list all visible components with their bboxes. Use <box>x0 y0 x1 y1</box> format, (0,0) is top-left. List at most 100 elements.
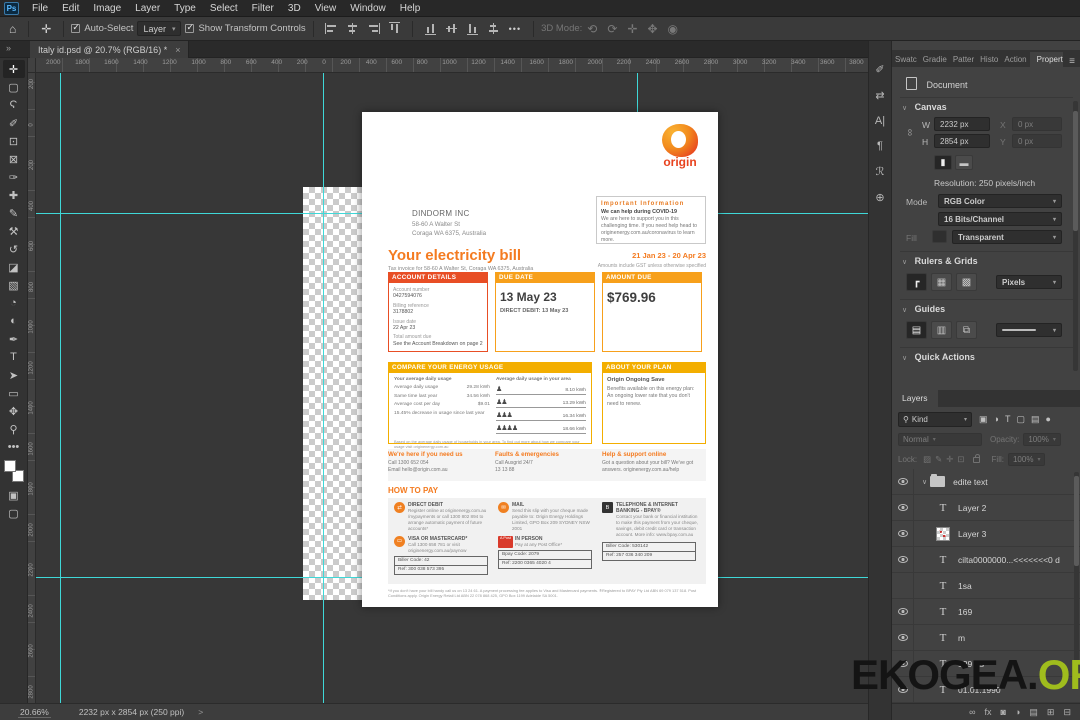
height-field[interactable]: 2854 px <box>934 134 990 148</box>
menu-item[interactable]: Type <box>167 3 203 14</box>
foreground-color-swatch[interactable] <box>3 460 16 472</box>
menu-item[interactable]: Image <box>86 3 128 14</box>
marquee-tool[interactable]: ▢ <box>3 78 25 96</box>
toggle-grid-button[interactable]: ▦ <box>931 273 952 291</box>
menu-item[interactable]: Edit <box>55 3 86 14</box>
layer-name[interactable]: 1sa <box>958 581 972 591</box>
character-panel-icon[interactable]: A| <box>875 115 885 127</box>
layer-row[interactable]: ∨ m <box>892 624 1080 651</box>
zoom-level-field[interactable]: 20.66% <box>18 707 51 718</box>
chevron-down-icon[interactable]: ∨ <box>922 478 927 486</box>
align-left-icon[interactable] <box>324 23 338 34</box>
move-tool-icon[interactable]: ✛ <box>36 22 56 36</box>
move-tool[interactable]: ✛ <box>2 60 25 78</box>
menu-item[interactable]: 3D <box>281 3 308 14</box>
bit-depth-dropdown[interactable]: 16 Bits/Channel <box>938 212 1062 226</box>
panel-menu-icon[interactable]: ≡ <box>1063 56 1080 67</box>
clone-stamp-tool[interactable]: ⚒ <box>3 222 25 240</box>
menu-item[interactable]: Filter <box>245 3 281 14</box>
new-group-icon[interactable]: ▤ <box>1029 707 1038 718</box>
constrain-proportions-icon[interactable]: ∞ <box>904 129 915 136</box>
layer-name[interactable]: m <box>958 633 965 643</box>
show-transform-controls-checkbox[interactable] <box>185 22 195 33</box>
status-chevron-icon[interactable]: > <box>198 707 203 717</box>
bill-document[interactable]: origin DINDORM INC 58-60 A Walter St Cor… <box>362 112 718 607</box>
eyedropper-tool[interactable]: ✑ <box>3 168 25 186</box>
layer-name[interactable]: cilta0000000...<<<<<<<0 d <box>958 555 1060 565</box>
layer-row[interactable]: ∨ Layer 3 <box>892 520 1080 547</box>
quick-actions-section-header[interactable]: ∨ Quick Actions <box>902 352 975 362</box>
delete-layer-icon[interactable]: ⊟ <box>1063 707 1071 718</box>
layer-mask-icon[interactable]: ◙ <box>1001 707 1006 718</box>
hand-tool[interactable]: ✥ <box>3 402 25 420</box>
guides-section-header[interactable]: ∨ Guides <box>902 304 945 314</box>
visibility-toggle[interactable] <box>892 546 914 573</box>
document-tab[interactable]: Italy id.psd @ 20.7% (RGB/16) * × <box>30 41 190 58</box>
layer-thumbnail[interactable] <box>936 553 950 567</box>
paragraph-panel-icon[interactable]: ¶ <box>877 140 883 152</box>
eraser-tool[interactable]: ◪ <box>3 258 25 276</box>
filter-pixel-layers-icon[interactable]: ▣ <box>979 414 988 425</box>
layers-scrollbar[interactable] <box>1074 472 1079 672</box>
menu-item[interactable]: Layer <box>128 3 167 14</box>
type-tool[interactable]: T <box>3 348 25 366</box>
layer-effects-icon[interactable]: fx <box>985 707 992 718</box>
lock-all-icon[interactable] <box>972 453 980 463</box>
canvas-area[interactable]: origin DINDORM INC 58-60 A Walter St Cor… <box>36 73 868 703</box>
lock-pixels-icon[interactable]: ✎ <box>935 454 942 465</box>
lock-guides-button[interactable]: ▥ <box>931 321 952 339</box>
filter-type-layers-icon[interactable]: T <box>1005 414 1011 425</box>
vertical-guide[interactable] <box>637 73 638 113</box>
layer-name[interactable]: 169 <box>958 607 972 617</box>
lasso-tool[interactable]: Ϛ <box>3 96 25 114</box>
frame-tool[interactable]: ⊠ <box>3 150 25 168</box>
layer-row[interactable]: ∨ edite text <box>892 469 1080 495</box>
vertical-guide[interactable] <box>323 73 324 703</box>
scrollbar-thumb[interactable] <box>1073 111 1078 231</box>
distribute-horizontal-icon[interactable] <box>486 23 500 34</box>
blur-tool[interactable]: ◔ <box>3 294 25 312</box>
distribute-top-icon[interactable] <box>424 22 436 35</box>
home-icon[interactable]: ⌂ <box>4 22 21 36</box>
libraries-panel-icon[interactable]: ⊕ <box>875 191 884 204</box>
photoshop-logo[interactable]: Ps <box>4 1 19 15</box>
path-selection-tool[interactable]: ➤ <box>3 366 25 384</box>
layer-name[interactable]: Layer 2 <box>958 503 986 513</box>
fill-dropdown[interactable]: Transparent <box>952 230 1062 244</box>
more-options-icon[interactable]: ••• <box>504 24 526 34</box>
menu-item[interactable]: Select <box>203 3 245 14</box>
zoom-tool[interactable]: ⚲ <box>3 420 25 438</box>
menu-item[interactable]: Help <box>393 3 428 14</box>
history-brush-tool[interactable]: ↺ <box>3 240 25 258</box>
filter-smart-objects-icon[interactable]: ▤ <box>1031 414 1040 425</box>
layer-thumbnail[interactable] <box>936 631 950 645</box>
layer-thumbnail[interactable] <box>936 501 950 515</box>
quick-mask-button[interactable]: ▣ <box>3 486 25 504</box>
filter-toggle-icon[interactable]: ● <box>1045 414 1050 425</box>
distribute-bottom-icon[interactable] <box>466 22 478 35</box>
auto-select-checkbox[interactable] <box>71 22 81 33</box>
lock-transparency-icon[interactable]: ▨ <box>923 454 931 465</box>
layer-thumbnail[interactable] <box>936 605 950 619</box>
rulers-grids-section-header[interactable]: ∨ Rulers & Grids <box>902 256 978 266</box>
menu-item[interactable]: Window <box>343 3 393 14</box>
guide-style-dropdown[interactable] <box>996 323 1062 337</box>
tab-properties[interactable]: Properties <box>1029 52 1064 67</box>
tab-layers[interactable]: Layers <box>892 390 938 407</box>
new-layer-icon[interactable]: ⊞ <box>1047 707 1055 718</box>
width-field[interactable]: 2232 px <box>934 117 990 131</box>
panel-tab[interactable]: Swatc <box>892 52 920 67</box>
healing-brush-tool[interactable]: ✚ <box>3 186 25 204</box>
filter-adjustment-layers-icon[interactable]: ◑ <box>994 414 999 425</box>
crop-tool[interactable]: ⊡ <box>3 132 25 150</box>
layer-name[interactable]: edite text <box>953 477 988 487</box>
menu-item[interactable]: File <box>25 3 55 14</box>
color-mode-dropdown[interactable]: RGB Color <box>938 194 1062 208</box>
gradient-tool[interactable]: ▧ <box>3 276 25 294</box>
filter-shape-layers-icon[interactable]: ▢ <box>1016 414 1025 425</box>
visibility-toggle[interactable] <box>892 572 914 599</box>
edit-toolbar-button[interactable]: ••• <box>3 438 25 456</box>
scrollbar-thumb[interactable] <box>1074 476 1079 566</box>
toggle-pixel-grid-button[interactable]: ▩ <box>956 273 977 291</box>
align-right-icon[interactable] <box>366 23 380 34</box>
